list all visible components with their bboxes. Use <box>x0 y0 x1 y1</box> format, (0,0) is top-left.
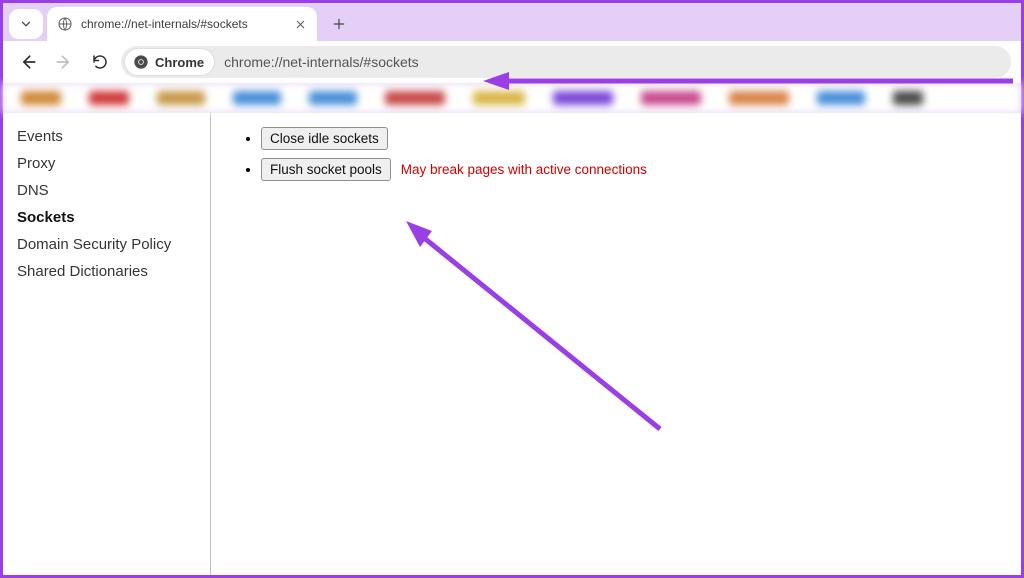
tab-title: chrome://net-internals/#sockets <box>81 17 285 31</box>
url-text: chrome://net-internals/#sockets <box>224 54 419 70</box>
tabs-dropdown-button[interactable] <box>9 9 43 39</box>
sidebar: Events Proxy DNS Sockets Domain Security… <box>3 113 211 575</box>
plus-icon <box>332 17 346 31</box>
annotation-arrow-url <box>483 70 1013 92</box>
annotation-arrow-flush <box>398 213 678 443</box>
forward-button[interactable] <box>49 47 79 77</box>
chrome-logo-icon <box>133 54 149 70</box>
arrow-left-icon <box>18 52 38 72</box>
sidebar-item-domain-security-policy[interactable]: Domain Security Policy <box>3 231 210 258</box>
globe-icon <box>57 16 73 32</box>
arrow-right-icon <box>54 52 74 72</box>
list-item: Flush socket pools May break pages with … <box>261 158 647 181</box>
flush-warning-text: May break pages with active connections <box>401 162 647 177</box>
back-button[interactable] <box>13 47 43 77</box>
sidebar-item-sockets[interactable]: Sockets <box>3 204 210 231</box>
sidebar-item-shared-dictionaries[interactable]: Shared Dictionaries <box>3 258 210 285</box>
list-item: Close idle sockets <box>261 127 647 150</box>
reload-icon <box>91 53 109 71</box>
annotated-screenshot-frame: chrome://net-internals/#sockets <box>0 0 1024 578</box>
chevron-down-icon <box>19 17 33 31</box>
sidebar-item-dns[interactable]: DNS <box>3 177 210 204</box>
tab-strip: chrome://net-internals/#sockets <box>3 3 1021 41</box>
sidebar-item-events[interactable]: Events <box>3 123 210 150</box>
sidebar-item-proxy[interactable]: Proxy <box>3 150 210 177</box>
close-icon <box>295 19 306 30</box>
browser-tab[interactable]: chrome://net-internals/#sockets <box>47 7 317 41</box>
chrome-origin-badge: Chrome <box>125 49 214 75</box>
chrome-badge-label: Chrome <box>155 55 204 70</box>
close-idle-sockets-button[interactable]: Close idle sockets <box>261 127 388 150</box>
tab-close-button[interactable] <box>293 17 307 31</box>
new-tab-button[interactable] <box>325 10 353 38</box>
flush-socket-pools-button[interactable]: Flush socket pools <box>261 158 391 181</box>
actions-list: Close idle sockets Flush socket pools Ma… <box>235 127 647 181</box>
reload-button[interactable] <box>85 47 115 77</box>
